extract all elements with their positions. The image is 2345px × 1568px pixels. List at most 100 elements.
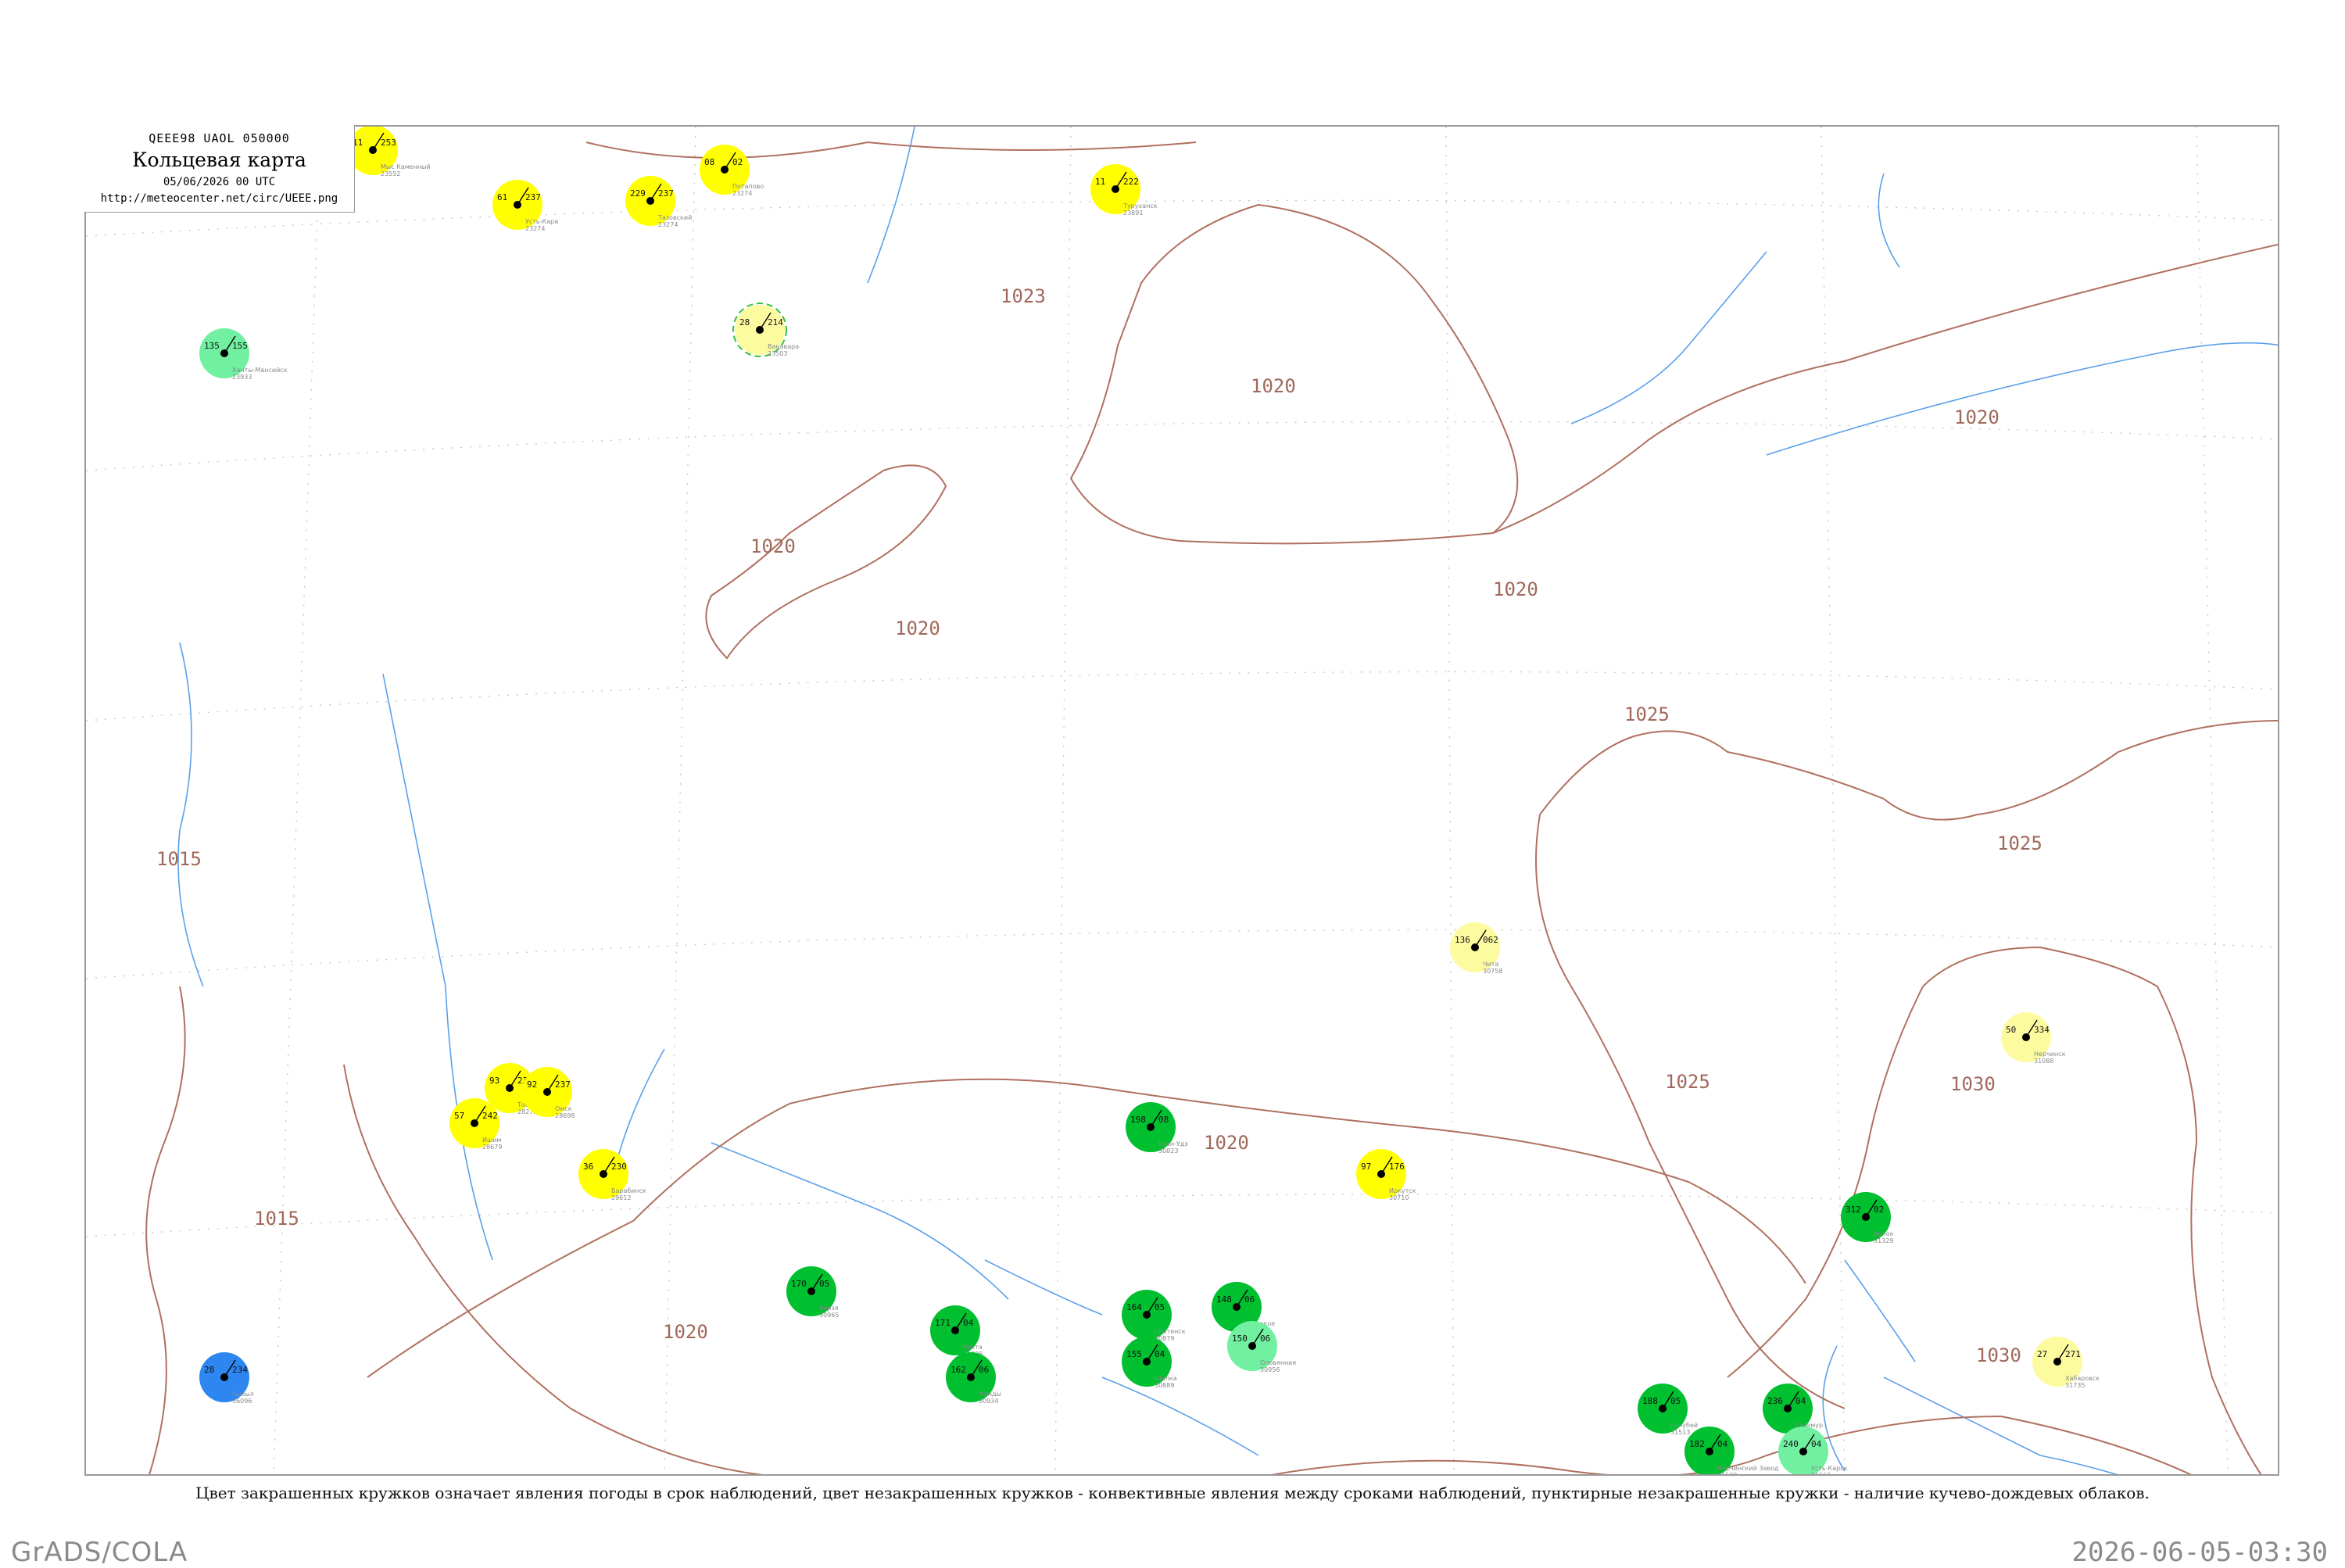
station-code: 31513 (1670, 1429, 1690, 1436)
source-url[interactable]: http://meteocenter.net/circ/UEEE.png (84, 192, 354, 205)
station-pressure: 05 (1670, 1396, 1681, 1406)
station-code: 23274 (525, 225, 545, 232)
station-temperature: 28 (739, 317, 750, 328)
station-name: Шилка (1155, 1375, 1177, 1382)
station-temperature: 93 (489, 1076, 499, 1086)
station-plot[interactable]: 97 176 Иркутск30710 (1356, 1149, 1416, 1201)
title-box: QEEE98 UAOL 050000 Кольцевая карта 05/06… (84, 125, 355, 213)
station-temperature: 11 (1095, 177, 1105, 187)
station-code: 30934 (979, 1398, 998, 1405)
map-canvas: 1020 1020 1020 1020 1020 1025 1025 1025 1030 1030… (86, 127, 2278, 1476)
station-code: 23891 (1123, 209, 1143, 217)
station-pressure: 06 (1260, 1334, 1270, 1344)
station-name: Улан-Удэ (1158, 1140, 1188, 1147)
station-temperature: 135 (204, 341, 220, 351)
station-pressure: 04 (1811, 1439, 1822, 1449)
station-name: Усть-Кара (525, 218, 558, 225)
isobar-label: 1015 (254, 1208, 299, 1230)
isobar-label: 1030 (1950, 1073, 1996, 1095)
station-plot[interactable]: 27 271 Хабаровск31735 (2032, 1337, 2100, 1389)
station-name: Барабинск (611, 1187, 646, 1194)
isobar-label: 1020 (1204, 1132, 1249, 1154)
map-frame: 1020 1020 1020 1020 1020 1025 1025 1025 1030 1030… (84, 125, 2279, 1476)
station-code: 31329 (1874, 1237, 1893, 1244)
station-temperature: 150 (1232, 1334, 1248, 1344)
station-plots: 11 253Мыс Каменный2355261 237Усть-Кара2327… (199, 127, 2100, 1476)
station-name: Ишим (482, 1137, 502, 1144)
station-code: 30965 (819, 1312, 839, 1319)
station-code: 30758 (1483, 968, 1502, 975)
station-plot[interactable]: 170 05 Борзя30965 (786, 1266, 839, 1319)
station-code: 29612 (611, 1194, 631, 1201)
station-temperature: 155 (1126, 1349, 1142, 1359)
station-code: 31530 (1717, 1472, 1737, 1476)
station-name: Кяхта (963, 1344, 983, 1351)
station-plot[interactable]: 182 04 Нерчинский Завод31530 (1684, 1427, 1779, 1476)
station-code: 36096 (232, 1398, 252, 1405)
station-code: 28679 (482, 1144, 502, 1151)
station-name: Кочубей (1670, 1422, 1698, 1429)
station-name: Туруханск (1122, 202, 1158, 209)
station-plot[interactable]: 23604Газимур31534 (1763, 1384, 1823, 1436)
station-plot[interactable]: 50 334 Нерчинск31088 (2001, 1012, 2066, 1065)
station-code: 23274 (658, 221, 678, 228)
station-plot[interactable]: 240 04 Усть-Карск31561 (1778, 1427, 1848, 1476)
station-plot[interactable]: 188 05 Кочубей31513 (1638, 1384, 1698, 1436)
station-pressure: 271 (2065, 1349, 2081, 1359)
station-plot[interactable]: 36 230 Барабинск29612 (578, 1149, 646, 1201)
station-plot[interactable]: 136 062 Чита30758 (1450, 922, 1502, 975)
station-temperature: 188 (1642, 1396, 1658, 1406)
station-temperature: 08 (704, 157, 714, 167)
station-pressure: 05 (1155, 1302, 1165, 1312)
station-plot[interactable]: 229 237 Тазовский23274 (625, 176, 692, 228)
station-plot[interactable]: 162 06 Монды30934 (946, 1352, 1001, 1405)
station-temperature: 97 (1361, 1162, 1371, 1172)
footer-credit: GrADS/COLA (11, 1537, 188, 1568)
station-plot[interactable]: 61 237 Усть-Кара23274 (492, 180, 558, 232)
station-code: 23503 (768, 350, 787, 357)
station-code: 23274 (732, 190, 752, 197)
station-name: Кызыл (232, 1391, 254, 1398)
station-temperature: 171 (935, 1318, 951, 1328)
legend-caption: Цвет закрашенных кружков означает явлени… (195, 1484, 2150, 1502)
station-pressure: 02 (1874, 1205, 1884, 1215)
station-plot[interactable]: 11 253Мыс Каменный23552 (348, 127, 431, 177)
station-plot[interactable]: 164 05Сретенск30879 (1122, 1290, 1186, 1342)
station-plot[interactable]: 155 04 Шилка30889 (1122, 1337, 1177, 1389)
station-pressure: 04 (963, 1318, 974, 1328)
station-pressure: 04 (1795, 1396, 1806, 1406)
station-name: Борзя (819, 1305, 839, 1312)
station-name: Иркутск (1389, 1187, 1416, 1194)
isobar-label: 1020 (750, 535, 796, 557)
station-plot[interactable]: 11 222 Туруханск23891 (1090, 164, 1158, 217)
station-plot[interactable]: 28 234 Кызыл36096 (199, 1352, 254, 1405)
station-name: Чита (1483, 961, 1498, 968)
station-pressure: 253 (381, 138, 396, 148)
station-code: 30889 (1155, 1382, 1174, 1389)
station-plot[interactable]: 08 02 Потапово23274 (700, 145, 764, 197)
station-plot[interactable]: 312 02 Хилок31329 (1841, 1192, 1894, 1244)
station-temperature: 312 (1846, 1205, 1861, 1215)
station-pressure: 06 (979, 1365, 989, 1375)
station-temperature: 136 (1455, 935, 1470, 945)
station-plot[interactable]: 198 08 Улан-Удэ30823 (1126, 1102, 1188, 1155)
station-temperature: 162 (951, 1365, 966, 1375)
station-name: Усть-Карск (1811, 1465, 1848, 1472)
station-plot[interactable]: 17104Кяхта30925 (930, 1305, 983, 1358)
station-pressure: 04 (1155, 1349, 1165, 1359)
station-code: 31561 (1811, 1472, 1831, 1476)
isobar-label: 1025 (1997, 832, 2042, 854)
station-plot[interactable]: 28 214 Ванавара23503 (732, 303, 799, 357)
station-temperature: 236 (1767, 1396, 1783, 1406)
station-name: Омск (555, 1105, 572, 1112)
station-temperature: 27 (2037, 1349, 2047, 1359)
station-plot[interactable]: 135 155 Ханты-Мансийск23933 (199, 328, 288, 381)
station-code: 30710 (1389, 1194, 1409, 1201)
isobar-label: 1020 (1954, 406, 2000, 428)
station-pressure: 237 (658, 188, 674, 199)
station-pressure: 08 (1158, 1115, 1169, 1125)
station-code: 30956 (1260, 1366, 1280, 1373)
station-plot[interactable]: 150 06 Оловянная30956 (1227, 1321, 1296, 1373)
station-temperature: 61 (497, 192, 507, 202)
station-pressure: 062 (1483, 935, 1498, 945)
